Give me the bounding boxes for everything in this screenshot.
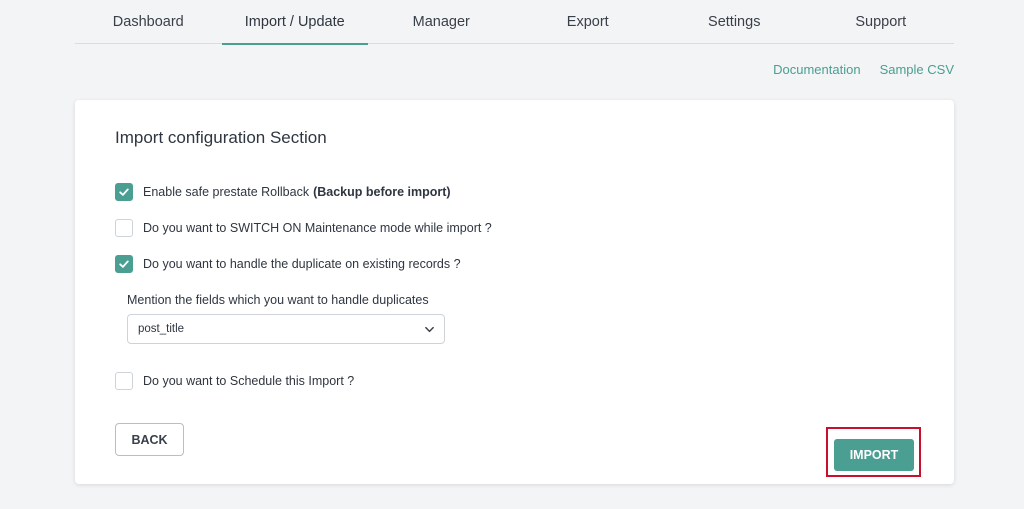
sample-csv-link[interactable]: Sample CSV xyxy=(880,62,954,77)
duplicate-field-value: post_title xyxy=(138,323,185,335)
tab-import-update[interactable]: Import / Update xyxy=(221,0,369,45)
maintenance-checkbox[interactable] xyxy=(115,219,133,237)
chevron-down-icon xyxy=(425,326,434,333)
schedule-label: Do you want to Schedule this Import ? xyxy=(143,374,355,388)
documentation-link[interactable]: Documentation xyxy=(773,62,860,77)
rollback-label: Enable safe prestate Rollback xyxy=(143,185,310,199)
tab-dashboard[interactable]: Dashboard xyxy=(75,0,222,44)
duplicate-fields-label: Mention the fields which you want to han… xyxy=(127,293,429,307)
check-icon xyxy=(119,260,129,268)
help-links: Documentation Sample CSV xyxy=(773,62,954,77)
duplicate-label: Do you want to handle the duplicate on e… xyxy=(143,257,461,271)
import-button[interactable]: IMPORT xyxy=(834,439,914,471)
section-title: Import configuration Section xyxy=(115,128,327,147)
import-config-card: Import configuration Section Enable safe… xyxy=(75,100,954,484)
check-icon xyxy=(119,188,129,196)
top-nav-tabs: Dashboard Import / Update Manager Export… xyxy=(75,0,955,45)
option-maintenance: Do you want to SWITCH ON Maintenance mod… xyxy=(115,219,492,237)
rollback-checkbox[interactable] xyxy=(115,183,133,201)
rollback-emphasis: (Backup before import) xyxy=(313,185,451,199)
option-rollback: Enable safe prestate Rollback (Backup be… xyxy=(115,183,451,201)
back-button[interactable]: BACK xyxy=(115,423,184,456)
tab-manager[interactable]: Manager xyxy=(368,0,515,44)
schedule-checkbox[interactable] xyxy=(115,372,133,390)
duplicate-checkbox[interactable] xyxy=(115,255,133,273)
tab-settings[interactable]: Settings xyxy=(661,0,808,44)
option-duplicate: Do you want to handle the duplicate on e… xyxy=(115,255,461,273)
duplicate-field-select[interactable]: post_title xyxy=(127,314,445,344)
option-schedule: Do you want to Schedule this Import ? xyxy=(115,372,354,390)
tab-export[interactable]: Export xyxy=(515,0,662,44)
maintenance-label: Do you want to SWITCH ON Maintenance mod… xyxy=(143,221,492,235)
tab-support[interactable]: Support xyxy=(808,0,955,44)
